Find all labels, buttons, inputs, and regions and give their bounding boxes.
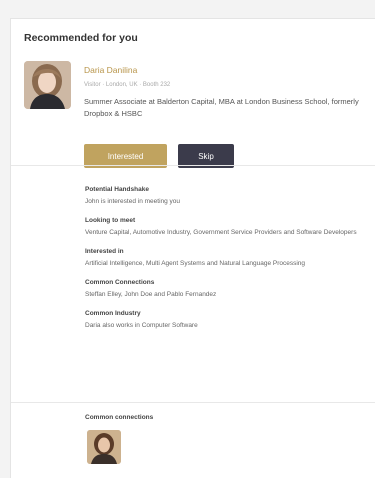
common-connections-title: Common connections [85,414,154,421]
match-details: Potential Handshake John is interested i… [85,185,370,340]
divider [11,402,375,403]
detail-title: Looking to meet [85,217,136,224]
profile-name[interactable]: Daria Danilina [84,65,137,75]
detail-title: Common Industry [85,310,141,317]
profile-avatar[interactable] [24,61,71,109]
connection-photo-icon [87,430,121,464]
detail-title: Potential Handshake [85,186,149,193]
profile-meta: Visitor · London, UK · Booth 232 [84,82,171,88]
detail-body: Steffan Elley, John Doe and Pablo Fernan… [85,291,217,298]
detail-body: Venture Capital, Automotive Industry, Go… [85,229,357,236]
profile-bio: Summer Associate at Balderton Capital, M… [84,97,359,118]
detail-section: Interested in Artificial Intelligence, M… [85,247,370,269]
detail-section: Looking to meet Venture Capital, Automot… [85,216,370,238]
detail-body: Artificial Intelligence, Multi Agent Sys… [85,260,306,267]
detail-section: Common Connections Steffan Elley, John D… [85,278,370,300]
card-heading: Recommended for you [24,32,138,44]
detail-title: Interested in [85,248,124,255]
detail-section: Common Industry Daria also works in Comp… [85,309,370,331]
profile-photo-icon [24,61,71,109]
divider [11,165,375,166]
recommendation-card: Recommended for you Daria Danilina Visit… [10,18,375,478]
detail-body: John is interested in meeting you [85,198,181,205]
detail-body: Daria also works in Computer Software [85,322,198,329]
detail-title: Common Connections [85,279,155,286]
connection-avatar[interactable] [87,430,121,464]
detail-section: Potential Handshake John is interested i… [85,185,370,207]
